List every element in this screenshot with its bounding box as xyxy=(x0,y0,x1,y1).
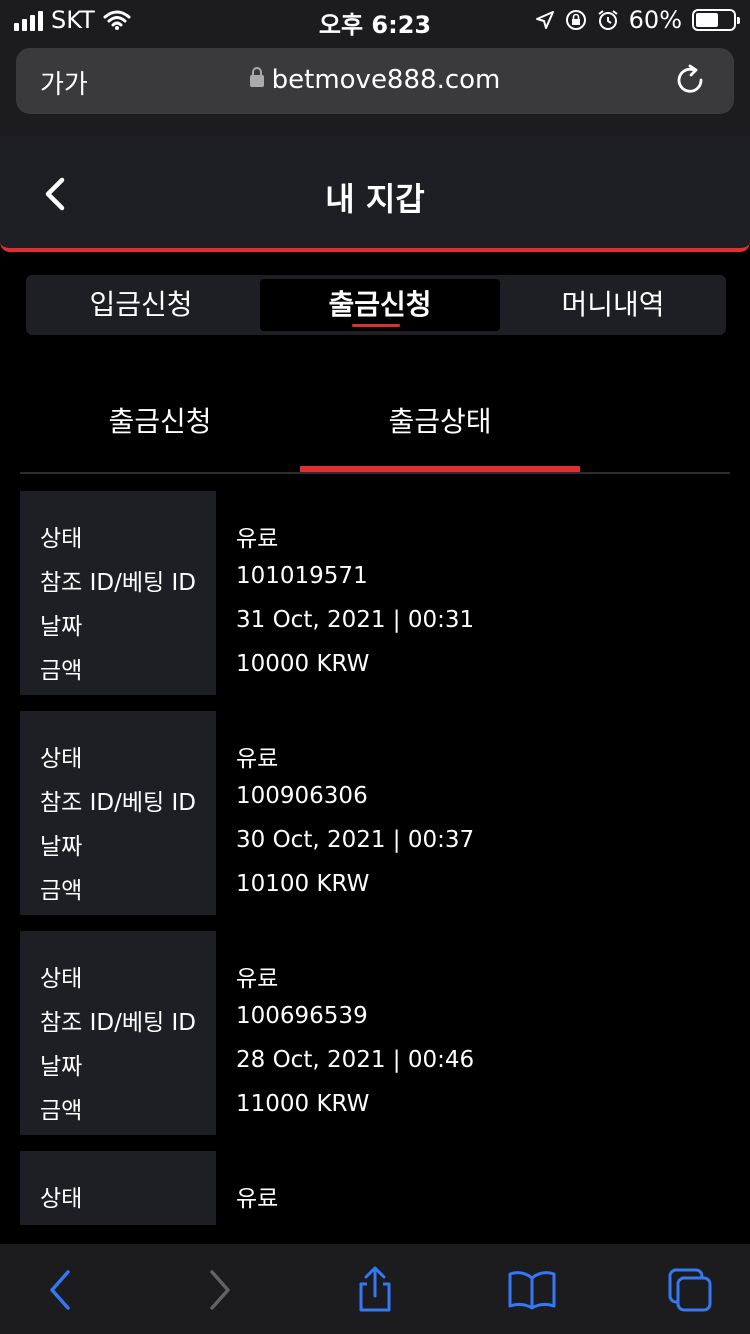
address-bar[interactable]: 가가 betmove888.com xyxy=(16,48,734,114)
url-display[interactable]: betmove888.com xyxy=(16,65,734,95)
record-card: 상태 유료 참조 ID/베팅 ID 100906306 날짜 30 Oct, 2… xyxy=(20,711,730,915)
ref-id-value: 101019571 xyxy=(236,563,368,589)
date-value: 30 Oct, 2021 | 00:37 xyxy=(236,827,475,853)
status-label: 상태 xyxy=(40,966,83,992)
status-label: 상태 xyxy=(40,746,83,772)
browser-forward-icon[interactable] xyxy=(196,1266,244,1314)
date-label: 날짜 xyxy=(40,834,83,860)
battery-fill xyxy=(696,13,718,27)
date-label: 날짜 xyxy=(40,1054,83,1080)
browser-top-bar: 가가 betmove888.com xyxy=(0,40,750,136)
record-card: 상태 유료 참조 ID/베팅 ID 101019571 날짜 31 Oct, 2… xyxy=(20,491,730,695)
battery-icon xyxy=(692,9,740,31)
ref-id-label: 참조 ID/베팅 ID xyxy=(40,1010,196,1036)
tab-money-history[interactable]: 머니내역 xyxy=(500,275,726,335)
amount-label: 금액 xyxy=(40,1098,83,1124)
main-tabs: 입금신청 출금신청 머니내역 xyxy=(26,275,726,335)
subtab-divider xyxy=(20,472,730,474)
date-value: 31 Oct, 2021 | 00:31 xyxy=(236,607,475,633)
tab-withdraw-label: 출금신청 xyxy=(328,288,432,321)
ref-id-label: 참조 ID/베팅 ID xyxy=(40,790,196,816)
amount-value: 11000 KRW xyxy=(236,1091,370,1117)
subtab-active-indicator xyxy=(300,466,580,472)
amount-value: 10000 KRW xyxy=(236,651,370,677)
page-title: 내 지갑 xyxy=(325,180,425,218)
tab-active-indicator xyxy=(352,324,400,327)
date-value: 28 Oct, 2021 | 00:46 xyxy=(236,1047,475,1073)
subtab-withdraw-request[interactable]: 출금신청 xyxy=(20,400,300,440)
amount-label: 금액 xyxy=(40,878,83,904)
status-value: 유료 xyxy=(236,526,279,552)
tab-deposit[interactable]: 입금신청 xyxy=(26,275,256,335)
tabs-icon[interactable] xyxy=(666,1266,714,1314)
rotation-lock-icon xyxy=(565,10,586,30)
battery-percent: 60% xyxy=(628,6,682,34)
amount-value: 10100 KRW xyxy=(236,871,370,897)
url-text: betmove888.com xyxy=(271,65,501,95)
bookmarks-icon[interactable] xyxy=(508,1266,556,1314)
subtab-withdraw-status[interactable]: 출금상태 xyxy=(300,400,580,440)
location-icon xyxy=(535,11,554,29)
date-label: 날짜 xyxy=(40,614,83,640)
tab-withdraw[interactable]: 출금신청 xyxy=(260,279,500,331)
reload-icon[interactable] xyxy=(672,62,708,98)
alarm-icon xyxy=(598,10,618,30)
status-bar: SKT 오후 6:23 60% xyxy=(0,0,750,40)
ref-id-value: 100906306 xyxy=(236,783,368,809)
status-value: 유료 xyxy=(236,1186,279,1212)
status-label: 상태 xyxy=(40,526,83,552)
amount-label: 금액 xyxy=(40,658,83,684)
status-right: 60% xyxy=(535,6,740,34)
lock-icon xyxy=(249,66,264,87)
record-card: 상태 유료 xyxy=(20,1151,730,1225)
browser-toolbar xyxy=(0,1244,750,1334)
browser-back-icon[interactable] xyxy=(36,1266,84,1314)
status-value: 유료 xyxy=(236,746,279,772)
status-value: 유료 xyxy=(236,966,279,992)
share-icon[interactable] xyxy=(351,1266,399,1314)
app-header: 내 지갑 xyxy=(0,136,750,252)
record-card: 상태 유료 참조 ID/베팅 ID 100696539 날짜 28 Oct, 2… xyxy=(20,931,730,1135)
ref-id-label: 참조 ID/베팅 ID xyxy=(40,570,196,596)
ref-id-value: 100696539 xyxy=(236,1003,368,1029)
status-label: 상태 xyxy=(40,1186,83,1212)
